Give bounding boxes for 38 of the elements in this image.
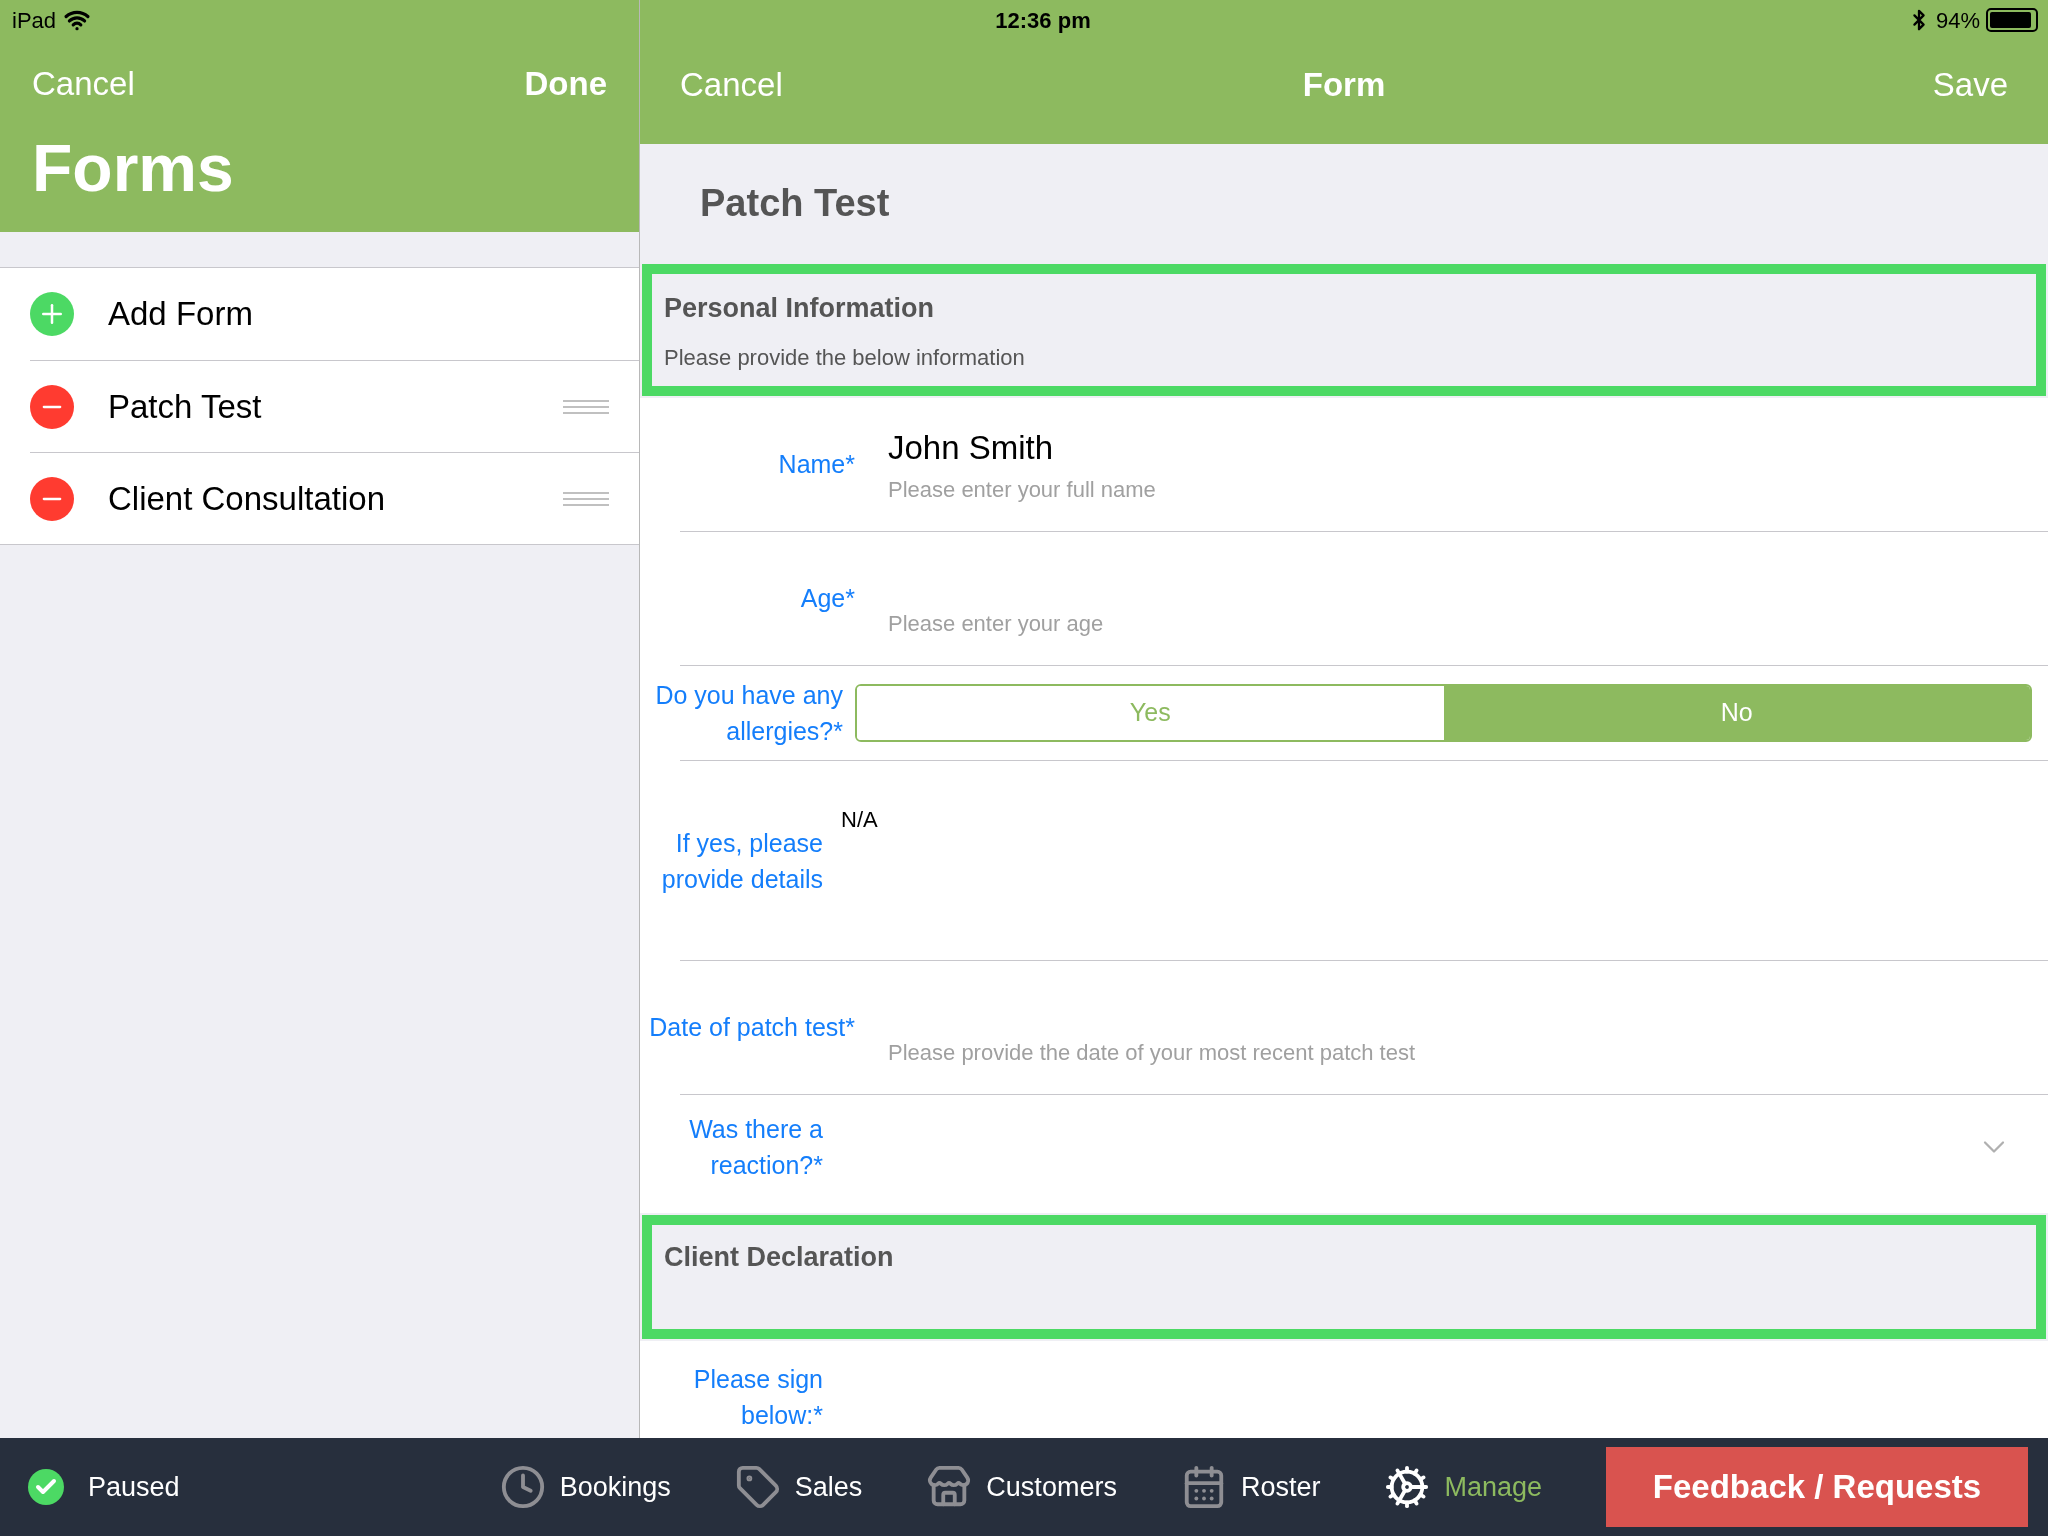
toolbar-tab[interactable]: Manage <box>1384 1464 1542 1510</box>
form-list-item[interactable]: Client Consultation <box>30 452 639 544</box>
field-label: Age* <box>799 582 855 614</box>
section-subtitle: Please provide the below information <box>664 343 1026 372</box>
add-icon[interactable] <box>30 292 74 336</box>
form-list-item[interactable]: Patch Test <box>30 360 639 452</box>
field-label: Name* <box>777 448 855 480</box>
remove-icon[interactable] <box>30 476 74 521</box>
form-title: Patch Test <box>700 180 890 226</box>
section-title: Personal Information <box>664 292 936 325</box>
device-label: iPad <box>12 6 57 35</box>
battery-percent: 94% <box>1935 6 1980 35</box>
field-label: Do you have any allergies?* <box>654 680 844 747</box>
tag-icon <box>734 1464 781 1510</box>
field-label: If yes, please provide details <box>660 827 824 895</box>
battery-icon <box>1986 8 2038 32</box>
field-label: Date of patch test* <box>648 1011 855 1043</box>
page-title: Forms <box>32 130 235 207</box>
feedback-button[interactable]: Feedback / Requests <box>1606 1447 2028 1527</box>
text-area[interactable]: N/A <box>831 761 2048 960</box>
toolbar-tab[interactable]: Sales <box>734 1464 863 1510</box>
gear-icon <box>1384 1464 1431 1510</box>
nav-title: Form <box>1302 65 1386 106</box>
check-icon <box>28 1469 64 1505</box>
status-label: Paused <box>88 1470 180 1504</box>
form-list-item[interactable]: Add Form <box>30 268 639 360</box>
text-field[interactable]: John Smith Please enter your full name <box>888 414 2048 515</box>
field-label: Was there a reaction?* <box>688 1114 824 1181</box>
reorder-handle-icon[interactable] <box>563 491 609 506</box>
toolbar-tab[interactable]: Customers <box>926 1464 1117 1510</box>
section-title: Client Declaration <box>664 1241 895 1274</box>
clock-icon <box>499 1464 546 1510</box>
field-label: Please sign below:* <box>692 1364 824 1431</box>
remove-icon[interactable] <box>30 384 74 429</box>
reorder-handle-icon[interactable] <box>563 399 609 414</box>
toolbar-tab[interactable]: Roster <box>1180 1464 1321 1510</box>
toolbar-tab[interactable]: Bookings <box>499 1464 671 1510</box>
clock-time: 12:36 pm <box>995 6 1091 35</box>
